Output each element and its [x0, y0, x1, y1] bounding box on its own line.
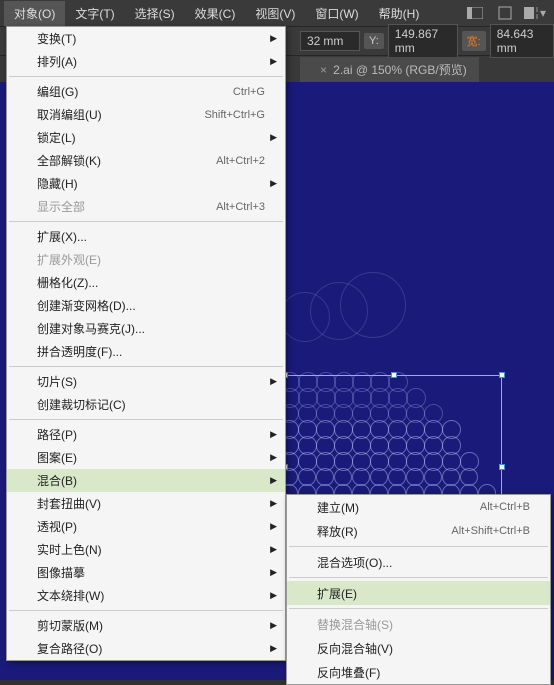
tab-document[interactable]: × 2.ai @ 150% (RGB/预览)	[300, 57, 479, 82]
chevron-right-icon: ▶	[270, 132, 277, 143]
chevron-right-icon: ▶	[270, 544, 277, 555]
menu-item[interactable]: 拼合透明度(F)...	[7, 340, 285, 363]
menu-view[interactable]: 视图(V)	[245, 1, 305, 26]
menu-item[interactable]: 实时上色(N)▶	[7, 538, 285, 561]
menu-item[interactable]: 隐藏(H)▶	[7, 172, 285, 195]
submenu-item[interactable]: 释放(R)Alt+Shift+Ctrl+B	[287, 519, 550, 543]
menu-item[interactable]: 创建对象马赛克(J)...	[7, 317, 285, 340]
submenu-item[interactable]: 反向混合轴(V)	[287, 636, 550, 660]
menu-item[interactable]: 混合(B)▶	[7, 469, 285, 492]
y-input[interactable]: 149.867 mm	[388, 24, 458, 58]
menu-item[interactable]: 图像描摹▶	[7, 561, 285, 584]
chevron-right-icon: ▶	[270, 521, 277, 532]
chevron-right-icon: ▶	[270, 452, 277, 463]
menu-item[interactable]: 取消编组(U)Shift+Ctrl+G	[7, 103, 285, 126]
menu-item[interactable]: 切片(S)▶	[7, 370, 285, 393]
menu-item[interactable]: 变换(T)▶	[7, 27, 285, 50]
menu-select[interactable]: 选择(S)	[125, 1, 185, 26]
menu-item[interactable]: 栅格化(Z)...	[7, 271, 285, 294]
menu-item[interactable]: 路径(P)▶	[7, 423, 285, 446]
arrange-icon[interactable]: ▾	[524, 4, 546, 22]
chevron-right-icon: ▶	[270, 498, 277, 509]
chevron-right-icon: ▶	[270, 429, 277, 440]
val-pre[interactable]: 32 mm	[300, 31, 360, 51]
menu-item[interactable]: 锁定(L)▶	[7, 126, 285, 149]
menu-window[interactable]: 窗口(W)	[305, 1, 368, 26]
close-icon[interactable]: ×	[320, 63, 327, 77]
object-menu: 变换(T)▶排列(A)▶ 编组(G)Ctrl+G取消编组(U)Shift+Ctrl…	[6, 26, 286, 661]
chevron-right-icon: ▶	[270, 178, 277, 189]
w-input[interactable]: 84.643 mm	[490, 24, 554, 58]
chevron-right-icon: ▶	[270, 33, 277, 44]
submenu-item[interactable]: 替换混合轴(S)	[287, 612, 550, 636]
submenu-item[interactable]: 混合选项(O)...	[287, 550, 550, 574]
menu-item[interactable]: 封套扭曲(V)▶	[7, 492, 285, 515]
menu-item[interactable]: 显示全部Alt+Ctrl+3	[7, 195, 285, 218]
chevron-right-icon: ▶	[270, 567, 277, 578]
submenu-item[interactable]: 扩展(E)	[287, 581, 550, 605]
handle-icon[interactable]	[391, 372, 397, 378]
menu-item[interactable]: 透视(P)▶	[7, 515, 285, 538]
handle-icon[interactable]	[499, 372, 505, 378]
menu-item[interactable]: 复合路径(O)▶	[7, 637, 285, 660]
w-label: 宽:	[462, 31, 486, 51]
submenu-item[interactable]: 建立(M)Alt+Ctrl+B	[287, 495, 550, 519]
menu-item[interactable]: 图案(E)▶	[7, 446, 285, 469]
menu-help[interactable]: 帮助(H)	[369, 1, 430, 26]
layout-icon[interactable]	[464, 4, 486, 22]
chevron-right-icon: ▶	[270, 56, 277, 67]
menu-type[interactable]: 文字(T)	[65, 1, 124, 26]
menubar: 对象(O) 文字(T) 选择(S) 效果(C) 视图(V) 窗口(W) 帮助(H…	[0, 0, 554, 26]
blend-submenu: 建立(M)Alt+Ctrl+B释放(R)Alt+Shift+Ctrl+B 混合选项…	[286, 494, 551, 685]
menu-item[interactable]: 创建裁切标记(C)	[7, 393, 285, 416]
submenu-item[interactable]: 反向堆叠(F)	[287, 660, 550, 684]
handle-icon[interactable]	[499, 464, 505, 470]
doc-icon[interactable]	[494, 4, 516, 22]
chevron-right-icon: ▶	[270, 590, 277, 601]
menu-item[interactable]: 全部解锁(K)Alt+Ctrl+2	[7, 149, 285, 172]
menu-item[interactable]: 剪切蒙版(M)▶	[7, 614, 285, 637]
chevron-right-icon: ▶	[270, 643, 277, 654]
chevron-right-icon: ▶	[270, 376, 277, 387]
chevron-right-icon: ▶	[270, 620, 277, 631]
menu-item[interactable]: 文本绕排(W)▶	[7, 584, 285, 607]
menu-item[interactable]: 扩展(X)...	[7, 225, 285, 248]
menu-item[interactable]: 创建渐变网格(D)...	[7, 294, 285, 317]
menu-item[interactable]: 编组(G)Ctrl+G	[7, 80, 285, 103]
menu-object[interactable]: 对象(O)	[4, 1, 65, 26]
y-label: Y:	[364, 33, 384, 49]
chevron-right-icon: ▶	[270, 475, 277, 486]
menu-item[interactable]: 排列(A)▶	[7, 50, 285, 73]
menu-effect[interactable]: 效果(C)	[185, 1, 246, 26]
menu-item[interactable]: 扩展外观(E)	[7, 248, 285, 271]
